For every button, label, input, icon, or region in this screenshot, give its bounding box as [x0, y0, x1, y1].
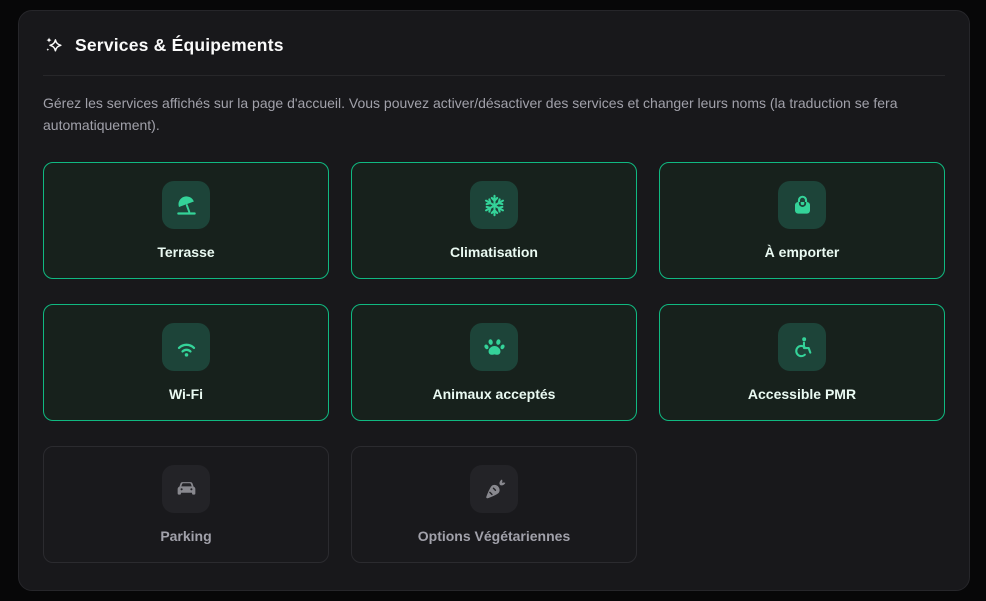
- car-icon: [174, 477, 199, 502]
- page-title: Services & Équipements: [75, 35, 284, 56]
- service-icon-box: [470, 465, 518, 513]
- service-label: Parking: [160, 528, 211, 544]
- service-label: Animaux acceptés: [433, 386, 556, 402]
- service-card-carrot[interactable]: Options Végétariennes: [351, 446, 637, 563]
- panel-header: Services & Équipements: [43, 11, 945, 75]
- paw-icon: [482, 335, 507, 360]
- header-divider: [43, 75, 945, 76]
- service-label: À emporter: [765, 244, 840, 260]
- panel-description: Gérez les services affichés sur la page …: [43, 93, 945, 136]
- service-icon-box: [778, 323, 826, 371]
- service-card-beach-umbrella[interactable]: Terrasse: [43, 162, 329, 279]
- service-icon-box: [778, 181, 826, 229]
- service-icon-box: [470, 323, 518, 371]
- service-card-paw[interactable]: Animaux acceptés: [351, 304, 637, 421]
- services-grid: Terrasse Climatisation À emporter: [43, 162, 945, 563]
- service-label: Options Végétariennes: [418, 528, 570, 544]
- service-label: Accessible PMR: [748, 386, 856, 402]
- service-label: Climatisation: [450, 244, 538, 260]
- service-card-car[interactable]: Parking: [43, 446, 329, 563]
- shopping-bag-icon: [790, 193, 815, 218]
- sparkles-icon: [43, 35, 64, 56]
- service-icon-box: [162, 181, 210, 229]
- service-card-shopping-bag[interactable]: À emporter: [659, 162, 945, 279]
- snowflake-icon: [482, 193, 507, 218]
- service-card-wifi[interactable]: Wi-Fi: [43, 304, 329, 421]
- services-settings-panel: Services & Équipements Gérez les service…: [18, 10, 970, 591]
- service-icon-box: [470, 181, 518, 229]
- service-icon-box: [162, 323, 210, 371]
- wifi-icon: [174, 335, 199, 360]
- wheelchair-icon: [790, 335, 815, 360]
- service-label: Wi-Fi: [169, 386, 203, 402]
- beach-umbrella-icon: [174, 193, 199, 218]
- service-icon-box: [162, 465, 210, 513]
- service-card-wheelchair[interactable]: Accessible PMR: [659, 304, 945, 421]
- carrot-icon: [482, 477, 507, 502]
- service-card-snowflake[interactable]: Climatisation: [351, 162, 637, 279]
- service-label: Terrasse: [157, 244, 214, 260]
